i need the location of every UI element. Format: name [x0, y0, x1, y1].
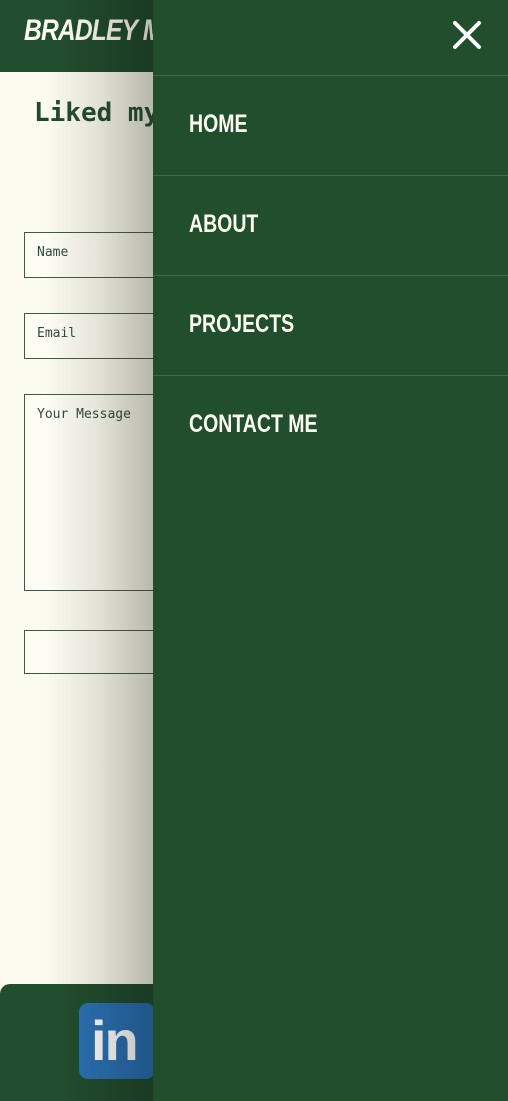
nav-list: HOME ABOUT PROJECTS CONTACT ME: [153, 75, 508, 475]
nav-item-projects[interactable]: PROJECTS: [153, 275, 508, 375]
nav-item-label: HOME: [189, 110, 248, 138]
nav-item-about[interactable]: ABOUT: [153, 175, 508, 275]
nav-item-contact[interactable]: CONTACT ME: [153, 375, 508, 475]
close-icon[interactable]: [450, 18, 484, 52]
nav-item-label: CONTACT ME: [189, 410, 318, 438]
linkedin-label: in: [91, 1009, 139, 1072]
nav-item-label: ABOUT: [189, 210, 259, 238]
nav-item-home[interactable]: HOME: [153, 75, 508, 175]
nav-drawer: HOME ABOUT PROJECTS CONTACT ME: [153, 0, 508, 1101]
linkedin-icon[interactable]: in: [79, 1003, 155, 1079]
nav-item-label: PROJECTS: [189, 310, 295, 338]
